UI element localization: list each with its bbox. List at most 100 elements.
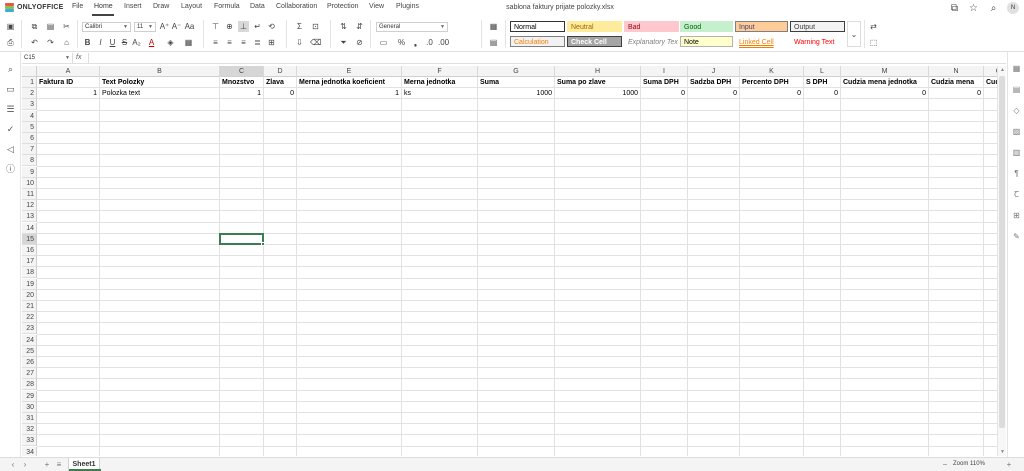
align-left-icon[interactable]: ≡ bbox=[210, 37, 221, 48]
row-header-9[interactable]: 9 bbox=[22, 166, 37, 178]
cell-f2[interactable]: ks bbox=[402, 88, 477, 99]
tab-draw[interactable]: Draw bbox=[153, 3, 169, 10]
cell-e1[interactable]: Merna jednotka koeficient bbox=[297, 77, 401, 88]
name-box[interactable]: C15 ▼ bbox=[22, 53, 73, 63]
image-settings-icon[interactable]: ▨ bbox=[1012, 127, 1021, 136]
style-neutral[interactable]: Neutral bbox=[567, 21, 622, 32]
about-icon[interactable]: ⓘ bbox=[5, 164, 16, 175]
accounting-format-icon[interactable]: ▭ bbox=[378, 37, 389, 48]
paste-icon[interactable]: ▤ bbox=[45, 21, 56, 32]
zoom-out-icon[interactable]: − bbox=[940, 460, 950, 470]
pivot-settings-icon[interactable]: ⊞ bbox=[1012, 211, 1021, 220]
column-header-d[interactable]: D bbox=[264, 66, 297, 77]
scroll-down-icon[interactable]: ▼ bbox=[1000, 449, 1005, 455]
style-output[interactable]: Output bbox=[790, 21, 845, 32]
signature-settings-icon[interactable]: ✎ bbox=[1012, 232, 1021, 241]
row-header-20[interactable]: 20 bbox=[22, 289, 37, 301]
row-header-22[interactable]: 22 bbox=[22, 312, 37, 324]
row-header-16[interactable]: 16 bbox=[22, 245, 37, 256]
column-header-j[interactable]: J bbox=[688, 66, 740, 77]
print-icon[interactable]: ⎙ bbox=[5, 37, 16, 48]
clear-icon[interactable]: ⌫ bbox=[310, 37, 321, 48]
align-center-icon[interactable]: ≡ bbox=[224, 37, 235, 48]
increase-font-icon[interactable]: A⁺ bbox=[159, 21, 170, 32]
sheet-tab-sheet1[interactable]: Sheet1 bbox=[68, 458, 101, 471]
wrap-text-icon[interactable]: ↵ bbox=[252, 21, 263, 32]
column-header-o[interactable]: O bbox=[984, 66, 997, 77]
column-header-e[interactable]: E bbox=[297, 66, 402, 77]
vertical-scrollbar[interactable]: ▲ ▼ bbox=[997, 66, 1006, 456]
column-header-i[interactable]: I bbox=[641, 66, 688, 77]
align-right-icon[interactable]: ≡ bbox=[238, 37, 249, 48]
open-location-icon[interactable]: ⧉ bbox=[949, 3, 960, 14]
cut-icon[interactable]: ✂ bbox=[61, 21, 72, 32]
style-explanatory-text[interactable]: Explanatory Tex bbox=[624, 36, 679, 47]
cell-a2[interactable]: 1 bbox=[37, 88, 99, 99]
scrollbar-thumb[interactable] bbox=[999, 76, 1005, 428]
fill-handle[interactable] bbox=[261, 241, 265, 246]
redo-icon[interactable]: ↷ bbox=[45, 37, 56, 48]
style-warning-text[interactable]: Warning Text bbox=[790, 36, 845, 47]
style-normal[interactable]: Normal bbox=[510, 21, 565, 32]
undo-icon[interactable]: ↶ bbox=[29, 37, 40, 48]
cell-settings-icon[interactable]: ▦ bbox=[1012, 64, 1021, 73]
scroll-last-sheet-icon[interactable]: › bbox=[20, 460, 30, 470]
cell-a1[interactable]: Faktura ID bbox=[37, 77, 99, 88]
row-header-7[interactable]: 7 bbox=[22, 144, 37, 156]
borders-icon[interactable]: ▦ bbox=[183, 37, 194, 48]
autosum-icon[interactable]: Σ bbox=[294, 21, 305, 32]
tab-protection[interactable]: Protection bbox=[327, 3, 359, 10]
copy-style-icon[interactable]: ⌂ bbox=[61, 37, 72, 48]
style-good[interactable]: Good bbox=[680, 21, 733, 32]
format-as-table-icon[interactable]: ▤ bbox=[488, 37, 499, 48]
tab-data[interactable]: Data bbox=[250, 3, 265, 10]
comma-style-icon[interactable]: ❟ bbox=[410, 37, 421, 48]
column-header-a[interactable]: A bbox=[37, 66, 100, 77]
row-header-23[interactable]: 23 bbox=[22, 323, 37, 335]
row-header-29[interactable]: 29 bbox=[22, 390, 37, 402]
tab-home[interactable]: Home bbox=[94, 3, 113, 10]
row-header-21[interactable]: 21 bbox=[22, 301, 37, 312]
chart-settings-icon[interactable]: ▥ bbox=[1012, 148, 1021, 157]
fill-color-icon[interactable]: ◈ bbox=[165, 37, 176, 48]
row-header-24[interactable]: 24 bbox=[22, 334, 37, 346]
row-header-10[interactable]: 10 bbox=[22, 177, 37, 189]
bold-icon[interactable]: B bbox=[82, 37, 93, 48]
cell-i1[interactable]: Suma DPH bbox=[641, 77, 687, 88]
cell-g2[interactable]: 1000 bbox=[478, 88, 554, 99]
shape-settings-icon[interactable]: ◇ bbox=[1012, 106, 1021, 115]
number-format-select[interactable]: General ▼ bbox=[376, 22, 448, 32]
active-cell-selection[interactable] bbox=[219, 232, 265, 246]
cell-h2[interactable]: 1000 bbox=[555, 88, 640, 99]
merge-cells-icon[interactable]: ⊞ bbox=[266, 37, 277, 48]
column-header-h[interactable]: H bbox=[555, 66, 641, 77]
tab-view[interactable]: View bbox=[369, 3, 384, 10]
font-size-select[interactable]: 11 ▼ bbox=[134, 22, 156, 32]
style-linked-cell[interactable]: Linked Cell bbox=[735, 36, 788, 47]
style-note[interactable]: Note bbox=[680, 36, 733, 47]
cell-e2[interactable]: 1 bbox=[297, 88, 401, 99]
style-check-cell[interactable]: Check Cell bbox=[567, 36, 622, 47]
save-icon[interactable]: ▣ bbox=[5, 21, 16, 32]
cell-l1[interactable]: S DPH bbox=[804, 77, 840, 88]
column-header-l[interactable]: L bbox=[804, 66, 841, 77]
row-header-32[interactable]: 32 bbox=[22, 424, 37, 436]
cell-m1[interactable]: Cudzia mena jednotka bbox=[841, 77, 928, 88]
change-case-icon[interactable]: Aa bbox=[184, 21, 195, 32]
cell-b2[interactable]: Polozka text bbox=[100, 88, 219, 99]
scroll-up-icon[interactable]: ▲ bbox=[1000, 67, 1005, 73]
percent-format-icon[interactable]: % bbox=[396, 37, 407, 48]
row-header-4[interactable]: 4 bbox=[22, 110, 37, 122]
comments-icon[interactable]: ▭ bbox=[5, 84, 16, 95]
cell-c2[interactable]: 1 bbox=[220, 88, 263, 99]
spreadsheet-grid[interactable]: ABCDEFGHIJKLMNO1234567891011121314151617… bbox=[22, 66, 997, 456]
sheet-list-icon[interactable]: ≡ bbox=[54, 460, 64, 470]
search-icon[interactable]: ⌕ bbox=[5, 64, 16, 75]
cell-h1[interactable]: Suma po zlave bbox=[555, 77, 640, 88]
row-header-25[interactable]: 25 bbox=[22, 345, 37, 357]
underline-icon[interactable]: U bbox=[107, 37, 118, 48]
strikethrough-icon[interactable]: S bbox=[119, 37, 130, 48]
align-middle-icon[interactable]: ⊕ bbox=[224, 21, 235, 32]
cell-n2[interactable]: 0 bbox=[929, 88, 983, 99]
conditional-format-icon[interactable]: ▦ bbox=[488, 21, 499, 32]
